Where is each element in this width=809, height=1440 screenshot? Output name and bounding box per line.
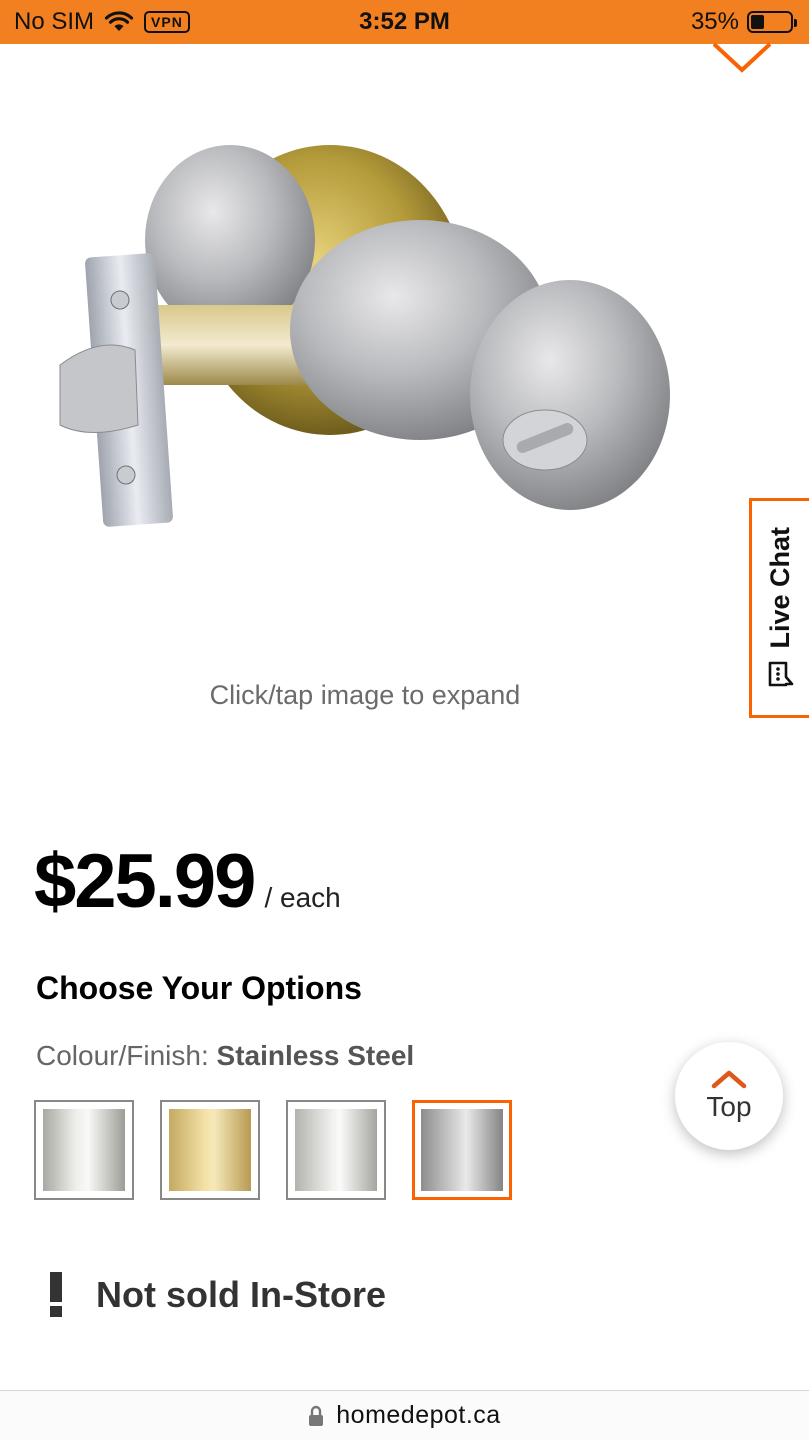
battery-level [751,15,765,29]
finish-swatches [34,1100,512,1200]
finish-label: Colour/Finish: Stainless Steel [36,1040,414,1072]
status-left: No SIM VPN [14,8,190,36]
vpn-badge: VPN [144,11,190,33]
swatch-polished-chrome[interactable] [286,1100,386,1200]
status-right: 35% [690,8,797,36]
scroll-top-label: Top [706,1091,752,1122]
browser-url-bar[interactable]: homedepot.ca [0,1390,809,1440]
wifi-icon [104,11,134,31]
swatch-satin-nickel-fill [43,1109,125,1191]
swatch-polished-brass-fill [169,1109,251,1191]
finish-value: Stainless Steel [216,1040,415,1071]
finish-label-text: Colour/Finish: [36,1040,209,1071]
swatch-stainless-steel-fill [421,1109,503,1191]
chat-bubble-icon [768,661,793,687]
options-heading: Choose Your Options [36,970,362,1006]
exclamation-icon [50,1272,62,1317]
availability-notice: Not sold In-Store [46,1272,386,1318]
scroll-top-button[interactable]: Top [675,1042,783,1150]
price-unit: / each [264,882,341,913]
swatch-satin-nickel[interactable] [34,1100,134,1200]
availability-text: Not sold In-Store [96,1274,386,1315]
price: $25.99 [34,839,256,924]
chevron-up-icon [711,1070,747,1089]
swatch-polished-brass[interactable] [160,1100,260,1200]
product-page: No SIM VPN 3:52 PM 35% Click/tap image t… [0,0,809,1440]
battery-icon [747,11,797,33]
image-expand-hint: Click/tap image to expand [209,680,521,710]
status-bar: No SIM VPN 3:52 PM 35% [0,0,809,44]
carrier-label: No SIM [14,8,95,35]
chevron-down-icon[interactable] [710,40,774,76]
price-row: $25.99 / each [34,838,341,925]
live-chat-label: Live Chat [765,527,795,649]
product-image[interactable] [30,110,690,580]
lock-icon [309,1405,324,1426]
battery-percent: 35% [690,8,739,35]
swatch-polished-chrome-fill [295,1109,377,1191]
swatch-stainless-steel[interactable] [412,1100,512,1200]
live-chat-tab[interactable]: Live Chat [749,498,809,718]
url-text: homedepot.ca [336,1401,501,1429]
